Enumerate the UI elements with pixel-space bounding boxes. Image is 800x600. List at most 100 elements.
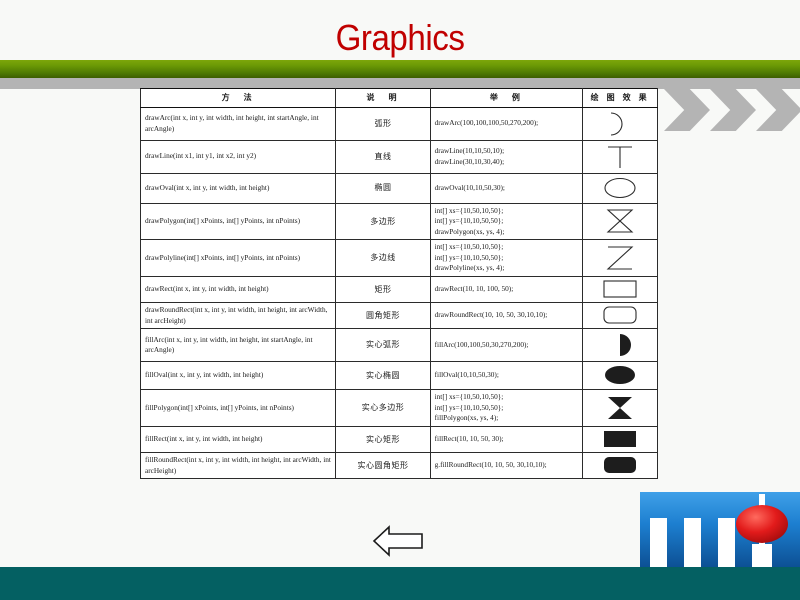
cell-description: 矩形 bbox=[335, 276, 431, 304]
cell-example: drawRoundRect(10, 10, 50, 30,10,10); bbox=[429, 302, 584, 330]
example-line: int[] ys={10,10,50,50}; bbox=[434, 252, 504, 262]
example-line: drawOval(10,10,50,30); bbox=[434, 182, 505, 192]
table-row: drawArc(int x, int y, int width, int hei… bbox=[139, 106, 658, 141]
cell-example: drawOval(10,10,50,30); bbox=[429, 172, 584, 204]
cell-method: fillPolygon(int[] xPoints, int[] yPoints… bbox=[139, 389, 337, 427]
cell-example: int[] xs={10,50,10,50}; int[] ys={10,10,5… bbox=[429, 389, 584, 427]
cell-effect bbox=[582, 106, 658, 141]
table-row: drawPolygon(int[] xPoints, int[] yPoints… bbox=[139, 202, 658, 241]
round-rect-filled-icon bbox=[602, 457, 639, 474]
cell-method: drawRect(int x, int y, int width, int he… bbox=[139, 276, 337, 304]
arc-filled-icon bbox=[605, 334, 635, 357]
cell-effect bbox=[582, 425, 658, 453]
column-header-description: 说 明 bbox=[335, 88, 431, 108]
column-header-method: 方 法 bbox=[139, 88, 337, 108]
cell-effect bbox=[582, 361, 658, 391]
cell-description: 多边线 bbox=[335, 239, 431, 278]
bowtie-filled-icon bbox=[604, 397, 636, 420]
example-line: drawArc(100,100,100,50,270,200); bbox=[434, 118, 539, 128]
cell-effect bbox=[582, 172, 658, 204]
cell-method: drawPolyline(int[] xPoints, int[] yPoint… bbox=[139, 239, 337, 278]
cell-method: fillArc(int x, int y, int width, int hei… bbox=[139, 328, 337, 363]
cell-description: 实心圆角矩形 bbox=[335, 451, 431, 480]
cell-example: int[] xs={10,50,10,50}; int[] ys={10,10,5… bbox=[429, 202, 584, 241]
table-row: fillArc(int x, int y, int width, int hei… bbox=[139, 328, 658, 363]
graphics-methods-table-container: 方 法 说 明 举 例 绘 图 效 果 drawArc(int x, int y… bbox=[139, 88, 658, 480]
example-line: fillArc(100,100,50,30,270,200); bbox=[434, 339, 529, 349]
green-divider-bar bbox=[0, 60, 800, 78]
cell-example: fillOval(10,10,50,30); bbox=[429, 361, 584, 391]
cell-description: 多边形 bbox=[335, 202, 431, 241]
oval-filled-icon bbox=[603, 366, 637, 385]
round-rect-outline-icon bbox=[602, 306, 639, 324]
cell-method: drawOval(int x, int y, int width, int he… bbox=[139, 172, 337, 204]
example-line: int[] ys={10,10,50,50}; bbox=[434, 402, 504, 412]
cell-effect bbox=[582, 276, 658, 304]
example-line: int[] ys={10,10,50,50}; bbox=[434, 216, 504, 226]
bottom-teal-bar bbox=[0, 567, 800, 600]
example-line: drawRoundRect(10, 10, 50, 30,10,10); bbox=[434, 310, 548, 320]
bowtie-outline-icon bbox=[604, 209, 636, 234]
table-row: fillRect(int x, int y, int width, int he… bbox=[139, 425, 658, 453]
table-row: drawPolyline(int[] xPoints, int[] yPoint… bbox=[139, 239, 658, 278]
cell-effect bbox=[582, 389, 658, 427]
cell-description: 实心弧形 bbox=[335, 328, 431, 363]
cell-example: drawLine(10,10,50,10); drawLine(30,10,30,… bbox=[429, 139, 584, 174]
cell-description: 直线 bbox=[335, 139, 431, 174]
example-line: drawPolygon(xs, ys, 4); bbox=[434, 226, 505, 236]
example-line: fillOval(10,10,50,30); bbox=[434, 370, 499, 380]
rect-outline-icon bbox=[602, 280, 639, 298]
cell-method: drawArc(int x, int y, int width, int hei… bbox=[139, 106, 337, 141]
cell-method: drawLine(int x1, int y1, int x2, int y2) bbox=[139, 139, 337, 174]
table-header-row: 方 法 说 明 举 例 绘 图 效 果 bbox=[139, 88, 658, 108]
cell-effect bbox=[582, 328, 658, 363]
graphics-methods-table: 方 法 说 明 举 例 绘 图 效 果 drawArc(int x, int y… bbox=[139, 88, 658, 480]
arc-shape-icon bbox=[605, 112, 635, 136]
chevron-right-icon-1 bbox=[664, 89, 710, 131]
cell-effect bbox=[582, 451, 658, 480]
zigzag-outline-icon bbox=[604, 246, 636, 270]
left-arrow-icon[interactable] bbox=[372, 524, 424, 558]
table-row: drawRoundRect(int x, int y, int width, i… bbox=[139, 302, 658, 330]
cell-example: drawRect(10, 10, 100, 50); bbox=[429, 276, 584, 304]
cell-method: fillRoundRect(int x, int y, int width, i… bbox=[139, 451, 337, 480]
example-line: g.fillRoundRect(10, 10, 50, 30,10,10); bbox=[434, 460, 547, 470]
cell-effect bbox=[582, 239, 658, 278]
page-title: Graphics bbox=[335, 17, 465, 58]
cell-example: g.fillRoundRect(10, 10, 50, 30,10,10); bbox=[429, 451, 584, 480]
cell-method: fillRect(int x, int y, int width, int he… bbox=[139, 425, 337, 453]
cell-effect bbox=[582, 139, 658, 174]
rect-filled-icon bbox=[602, 430, 639, 447]
cell-effect bbox=[582, 202, 658, 241]
cell-method: drawPolygon(int[] xPoints, int[] yPoints… bbox=[139, 202, 337, 241]
table-row: fillPolygon(int[] xPoints, int[] yPoints… bbox=[139, 389, 658, 427]
cell-example: fillArc(100,100,50,30,270,200); bbox=[429, 328, 584, 363]
table-row: drawLine(int x1, int y1, int x2, int y2)… bbox=[139, 139, 658, 174]
slide-canvas: Graphics 方 法 说 明 举 例 绘 图 效 果 drawArc(int… bbox=[0, 0, 800, 600]
cell-description: 实心多边形 bbox=[335, 389, 431, 427]
cell-description: 实心椭圆 bbox=[335, 361, 431, 391]
cell-description: 弧形 bbox=[335, 106, 431, 141]
table-header: 方 法 说 明 举 例 绘 图 效 果 bbox=[139, 88, 658, 108]
column-header-effect: 绘 图 效 果 bbox=[582, 88, 658, 108]
cell-example: fillRect(10, 10, 50, 30); bbox=[429, 425, 584, 453]
cell-description: 椭圆 bbox=[335, 172, 431, 204]
example-line: int[] xs={10,50,10,50}; bbox=[434, 242, 504, 252]
example-line: drawPolyline(xs, ys, 4); bbox=[434, 263, 505, 273]
table-row: fillRoundRect(int x, int y, int width, i… bbox=[139, 451, 658, 480]
cell-description: 圆角矩形 bbox=[335, 302, 431, 330]
oval-outline-icon bbox=[603, 177, 637, 198]
table-row: drawRect(int x, int y, int width, int he… bbox=[139, 276, 658, 304]
cell-example: drawArc(100,100,100,50,270,200); bbox=[429, 106, 584, 141]
cell-method: drawRoundRect(int x, int y, int width, i… bbox=[139, 302, 337, 330]
table-body: drawArc(int x, int y, int width, int hei… bbox=[139, 106, 658, 480]
table-row: drawOval(int x, int y, int width, int he… bbox=[139, 172, 658, 204]
example-line: fillPolygon(xs, ys, 4); bbox=[434, 413, 499, 423]
example-line: int[] xs={10,50,10,50}; bbox=[434, 392, 504, 402]
example-line: drawLine(30,10,30,40); bbox=[434, 156, 505, 166]
cell-method: fillOval(int x, int y, int width, int he… bbox=[139, 361, 337, 391]
example-line: drawLine(10,10,50,10); bbox=[434, 146, 505, 156]
cell-effect bbox=[582, 302, 658, 330]
column-header-example: 举 例 bbox=[429, 88, 584, 108]
chevron-right-icon-2 bbox=[710, 89, 756, 131]
